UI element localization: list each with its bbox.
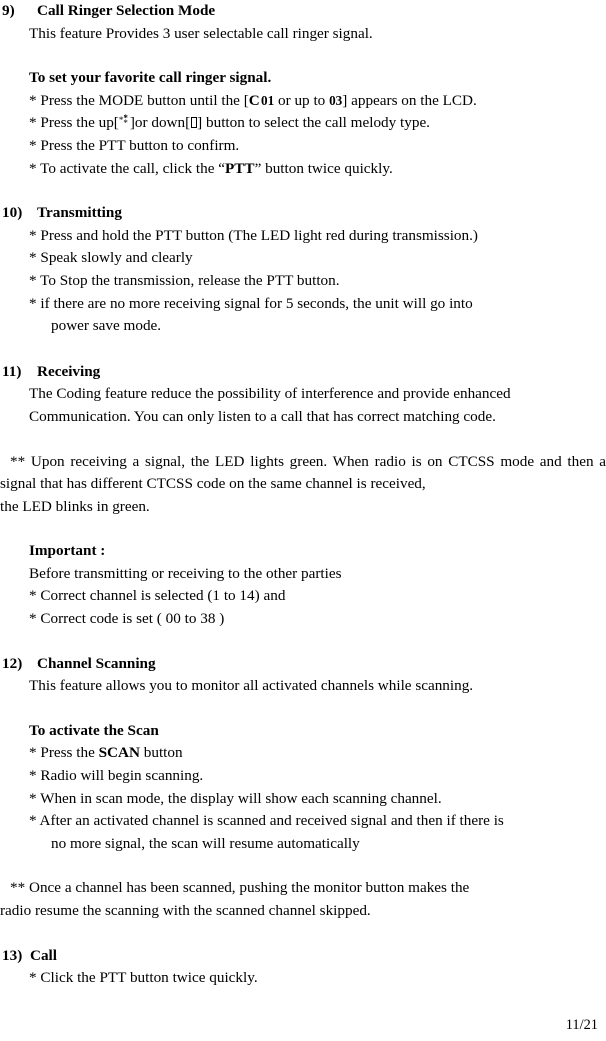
lcd-code-letter: C (248, 91, 260, 109)
section-heading-12: 12) Channel Scanning (0, 653, 606, 676)
asterism-up-icon: * * * (118, 114, 128, 128)
section-12-intro: This feature allows you to monitor all a… (29, 677, 474, 695)
note-text: ** Once a channel has been scanned, push… (10, 879, 470, 897)
prose-line-2: Communication. You can only listen to a … (29, 407, 496, 425)
section-12-subheading: To activate the Scan (29, 721, 159, 739)
ptt-emphasis: PTT (225, 159, 255, 177)
important-heading: Important : (29, 542, 106, 560)
bullet-text-prefix: * Press the (29, 744, 99, 762)
section-12-bullet-1: * Press the SCAN button (29, 742, 606, 765)
section-heading-13: 13) Call (0, 945, 606, 968)
section-9-subheading: To set your favorite call ringer signal. (29, 69, 272, 87)
section-title-10: Transmitting (37, 204, 122, 222)
bullet-continuation: no more signal, the scan will resume aut… (51, 834, 360, 852)
section-10-bullet-3: * To Stop the transmission, release the … (29, 271, 340, 289)
missing-glyph-box-icon (190, 117, 197, 129)
section-10-bullet-2: * Speak slowly and clearly (29, 249, 193, 267)
section-number-10: 10) (2, 204, 23, 222)
section-title-11: Receiving (37, 362, 101, 380)
note-text: ** Upon receiving a signal, the LED ligh… (0, 452, 606, 493)
bullet-text-middle: ]or down[ (129, 114, 191, 132)
bullet-text-suffix: ] button to select the call melody type. (197, 114, 430, 132)
section-9-intro: This feature Provides 3 user selectable … (29, 24, 373, 42)
bullet-continuation: power save mode. (51, 317, 162, 335)
section-12-note: ** Once a channel has been scanned, push… (0, 877, 606, 922)
section-11-prose: The Coding feature reduce the possibilit… (29, 383, 600, 428)
note-last-line: radio resume the scanning with the scann… (0, 902, 371, 919)
important-line-2: * Correct channel is selected (1 to 14) … (29, 587, 286, 605)
page-number-footer: 11/21 (565, 1017, 598, 1033)
section-number-11: 11) (2, 362, 22, 380)
important-line-3: * Correct code is set ( 00 to 38 ) (29, 610, 225, 628)
section-10-bullet-1: * Press and hold the PTT button (The LED… (29, 226, 478, 244)
section-13-bullet-1: * Click the PTT button twice quickly. (29, 969, 258, 987)
bullet-text-middle: or up to (274, 91, 330, 109)
section-10-bullet-4: * if there are no more receiving signal … (29, 293, 606, 338)
bullet-text-prefix: * Press the up[ (29, 114, 119, 132)
section-9-bullet-2: * Press the up[* * *]or down[ ] button to s… (29, 112, 606, 135)
bullet-text-suffix: ” button twice quickly. (254, 159, 393, 177)
bullet-text-prefix: * Press the MODE button until the [ (29, 91, 249, 109)
section-9-bullet-3: * Press the PTT button to confirm. (29, 136, 240, 154)
bullet-text: * if there are no more receiving signal … (29, 294, 473, 312)
bullet-text: * After an activated channel is scanned … (29, 812, 504, 830)
lcd-code-value-01: 01 (261, 92, 275, 108)
section-title-13: Call (30, 946, 58, 964)
section-12-bullet-3: * When in scan mode, the display will sh… (29, 789, 442, 807)
section-9-bullet-1: * Press the MODE button until the [C 01 … (29, 90, 606, 113)
section-heading-10: 10) Transmitting (0, 202, 606, 225)
section-title-9: Call Ringer Selection Mode (37, 2, 216, 19)
scan-emphasis: SCAN (98, 744, 140, 762)
lcd-code-value-03: 03 (329, 92, 343, 108)
section-12-bullet-2: * Radio will begin scanning. (29, 767, 204, 785)
prose-line-1: The Coding feature reduce the possibilit… (29, 385, 511, 403)
manual-page: 9) Call Ringer Selection Mode This featur… (0, 0, 606, 1041)
section-title-12: Channel Scanning (37, 654, 156, 672)
section-heading-9: 9) Call Ringer Selection Mode (0, 0, 606, 23)
section-number-9: 9) (2, 2, 15, 19)
section-number-13: 13) (2, 946, 23, 964)
section-11-note: ** Upon receiving a signal, the LED ligh… (0, 451, 606, 519)
bullet-text-suffix: ] appears on the LCD. (342, 91, 477, 109)
section-number-12: 12) (2, 654, 23, 672)
bullet-text-prefix: * To activate the call, click the “ (29, 159, 226, 177)
section-12-bullet-4: * After an activated channel is scanned … (29, 810, 606, 855)
section-9-bullet-4: * To activate the call, click the “PTT” … (29, 158, 606, 181)
bullet-text-suffix: button (139, 744, 183, 762)
important-line-1: Before transmitting or receiving to the … (29, 564, 342, 582)
note-last-line: the LED blinks in green. (0, 497, 150, 515)
section-heading-11: 11) Receiving (0, 361, 606, 384)
